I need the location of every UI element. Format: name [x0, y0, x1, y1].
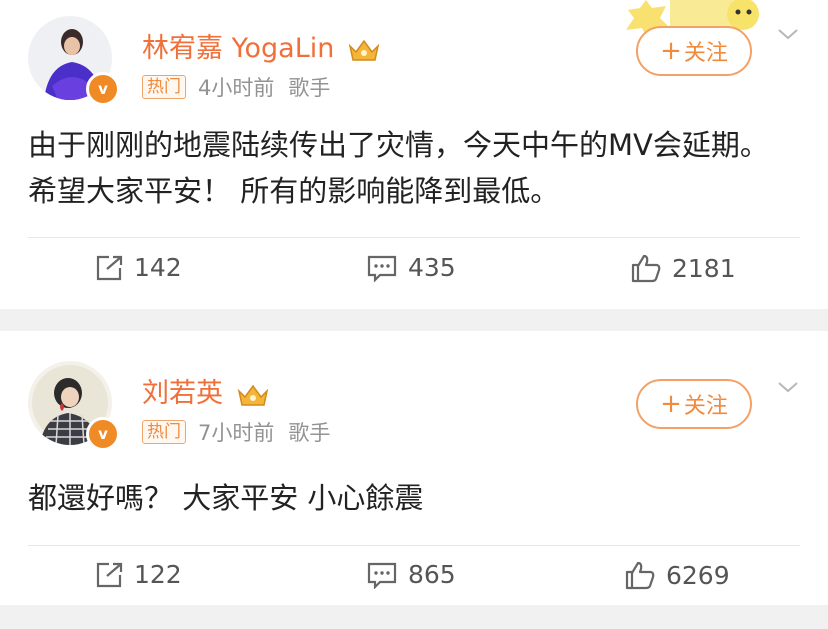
post-meta: 热门 7小时前 歌手	[142, 417, 330, 447]
chevron-down-icon[interactable]	[776, 22, 800, 46]
like-icon	[625, 561, 655, 590]
plus-icon: +	[660, 389, 682, 419]
hot-tag: 热门	[142, 420, 186, 444]
post-text: 都還好嗎？ 大家平安 小心餘震	[28, 481, 424, 515]
post-text: 由于刚刚的地震陆续传出了灾情，今天中午的MV会延期。 希望大家平安！ 所有的影响…	[28, 128, 769, 208]
divider	[28, 237, 800, 238]
repost-button[interactable]: 142	[94, 253, 182, 282]
repost-icon	[96, 255, 123, 280]
comment-button[interactable]: 865	[366, 560, 456, 589]
divider	[28, 545, 800, 546]
like-button[interactable]: 6269	[624, 560, 730, 590]
weibo-post: v 刘若英 热门 7小时前 歌手 + 关注 都還好嗎？ 大家平安 小心餘震 12…	[0, 331, 828, 605]
comment-icon	[367, 562, 397, 589]
like-icon	[631, 254, 661, 283]
action-bar: 142 435 2181	[0, 253, 828, 293]
plus-icon: +	[660, 36, 682, 66]
follow-button[interactable]: + 关注	[636, 26, 752, 76]
repost-icon	[96, 562, 123, 587]
comment-icon	[367, 255, 397, 282]
author-role: 歌手	[288, 76, 331, 100]
vip-crown-icon	[237, 384, 268, 406]
comment-button[interactable]: 435	[366, 253, 456, 282]
repost-button[interactable]: 122	[94, 560, 182, 589]
vip-crown-icon	[348, 39, 380, 61]
like-button[interactable]: 2181	[630, 253, 736, 283]
author-name[interactable]: 林宥嘉 YogaLin	[142, 26, 381, 65]
follow-button[interactable]: + 关注	[636, 379, 752, 429]
hot-tag: 热门	[142, 75, 186, 99]
chevron-down-icon[interactable]	[776, 375, 800, 399]
verified-badge-icon: v	[86, 417, 120, 451]
verified-badge-icon: v	[86, 72, 120, 106]
post-time: 4小时前	[198, 76, 275, 100]
author-name[interactable]: 刘若英	[142, 371, 270, 410]
post-time: 7小时前	[198, 421, 275, 445]
post-meta: 热门 4小时前 歌手	[142, 72, 330, 102]
weibo-post: v 林宥嘉 YogaLin 热门 4小时前 歌手 + 关注 由于刚刚的地震陆续传…	[0, 0, 828, 309]
author-role: 歌手	[288, 421, 331, 445]
action-bar: 122 865 6269	[0, 560, 828, 600]
